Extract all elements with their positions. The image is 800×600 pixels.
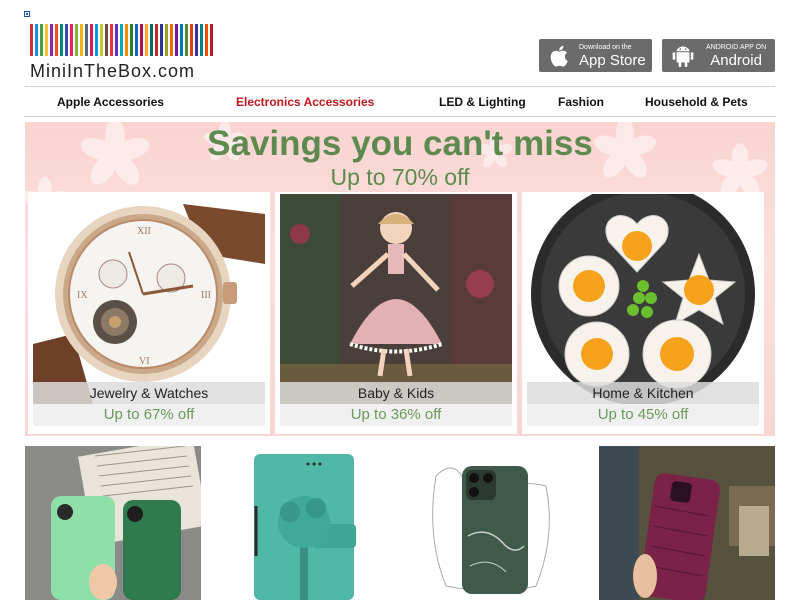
card-label: Home & Kitchen — [527, 382, 759, 404]
promo-banner[interactable]: Savings you can't miss Up to 70% off XII… — [25, 122, 775, 436]
android-small-label: ANDROID APP ON — [706, 43, 767, 51]
category-card-baby-kids[interactable]: Baby & Kids Up to 36% off — [275, 192, 517, 434]
apple-icon — [550, 45, 568, 67]
category-card-home-kitchen[interactable]: Home & Kitchen Up to 45% off — [522, 192, 764, 434]
marble-phone-case-image — [406, 446, 582, 600]
page-corner-marker — [24, 11, 30, 17]
app-store-big-label: App Store — [579, 51, 646, 69]
nav-item-fashion[interactable]: Fashion — [558, 95, 604, 109]
android-app-button[interactable]: ANDROID APP ON Android — [662, 39, 775, 72]
nav-item-led-lighting[interactable]: LED & Lighting — [439, 95, 526, 109]
card-label: Baby & Kids — [280, 382, 512, 404]
nav-item-apple-accessories[interactable]: Apple Accessories — [57, 95, 164, 109]
eggs-pan-image — [527, 194, 759, 404]
svg-text:VI: VI — [139, 356, 150, 367]
svg-text:XII: XII — [137, 226, 151, 237]
teal-wallet-case-image — [212, 446, 388, 600]
android-big-label: Android — [710, 51, 762, 69]
banner-title: Savings you can't miss — [207, 124, 593, 163]
watch-image: XII III VI IX — [33, 194, 265, 404]
product-tile-marble-phone-case[interactable] — [406, 446, 582, 600]
girl-dress-image — [280, 194, 512, 404]
card-offer: Up to 67% off — [33, 404, 265, 426]
nav-item-household-pets[interactable]: Household & Pets — [645, 95, 748, 109]
android-icon — [672, 45, 694, 67]
card-offer: Up to 36% off — [280, 404, 512, 426]
app-store-button[interactable]: Download on the App Store — [539, 39, 652, 72]
product-tile-green-phone-cases[interactable] — [25, 446, 201, 600]
svg-text:IX: IX — [77, 290, 88, 301]
purple-croc-case-image — [599, 446, 775, 600]
category-nav: Apple Accessories Electronics Accessorie… — [25, 86, 775, 117]
nav-item-electronics-accessories[interactable]: Electronics Accessories — [236, 95, 374, 109]
site-logo[interactable]: MiniInTheBox.com — [28, 22, 218, 82]
banner-subtitle: Up to 70% off — [330, 164, 470, 190]
category-card-jewelry-watches[interactable]: XII III VI IX Jewelry & Watches Up to 67% o… — [28, 192, 270, 434]
green-phone-cases-image — [25, 446, 201, 600]
logo-stripes — [30, 24, 213, 56]
svg-text:III: III — [201, 290, 211, 301]
card-offer: Up to 45% off — [527, 404, 759, 426]
logo-text: MiniInTheBox.com — [30, 61, 196, 81]
product-tile-teal-wallet-case[interactable] — [212, 446, 388, 600]
app-store-small-label: Download on the — [579, 43, 632, 51]
card-label: Jewelry & Watches — [33, 382, 265, 404]
product-tile-purple-croc-case[interactable] — [599, 446, 775, 600]
